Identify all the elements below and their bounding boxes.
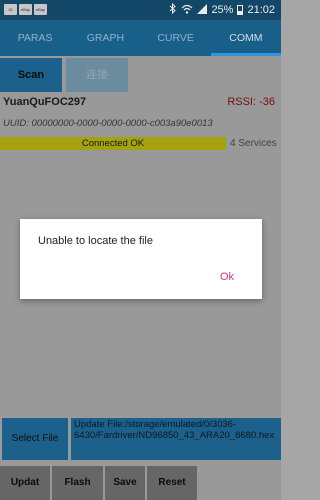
dialog-message: Unable to locate the file: [38, 235, 153, 247]
error-dialog: Unable to locate the file Ok: [20, 219, 262, 299]
ok-button[interactable]: Ok: [220, 271, 234, 283]
